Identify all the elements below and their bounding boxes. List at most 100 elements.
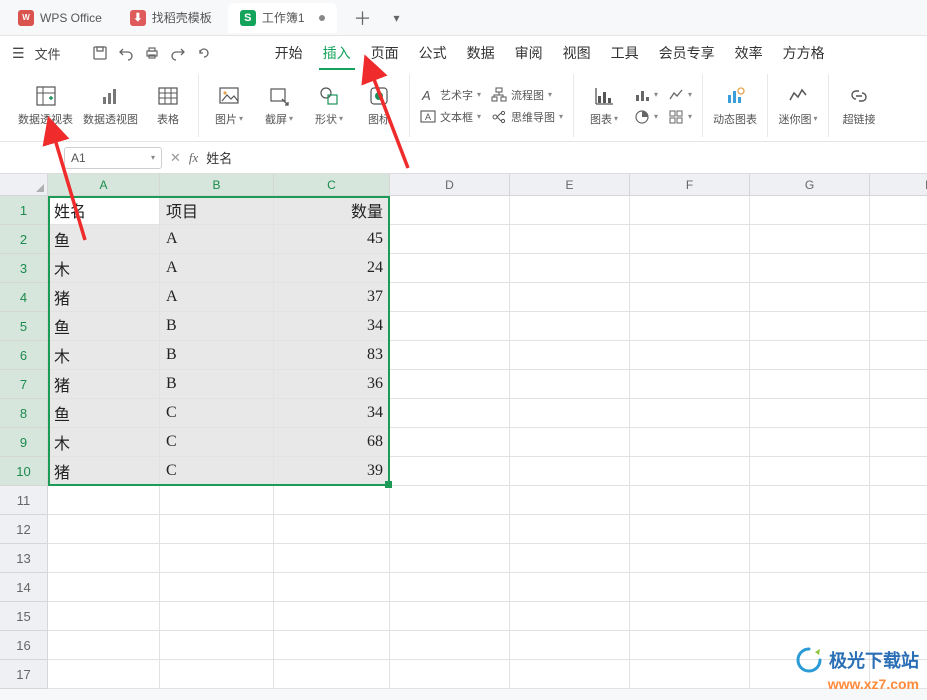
chart-pie-button[interactable]: ▾ [634,109,658,125]
tab-page[interactable]: 页面 [365,39,405,67]
col-header[interactable]: D [390,174,510,196]
cell[interactable] [750,370,870,399]
cell[interactable] [510,573,630,602]
cell[interactable] [274,573,390,602]
cell[interactable] [870,399,927,428]
cell[interactable]: A [160,283,274,312]
cell[interactable] [160,486,274,515]
cell[interactable] [510,399,630,428]
cell[interactable]: A [160,254,274,283]
tab-insert[interactable]: 插入 [317,39,357,67]
row-header[interactable]: 7 [0,370,48,399]
cell[interactable] [630,341,750,370]
cell[interactable] [160,631,274,660]
cell[interactable]: 39 [274,457,390,486]
cell[interactable] [750,254,870,283]
cell[interactable] [510,631,630,660]
cell[interactable] [274,631,390,660]
cell[interactable] [630,573,750,602]
row-header[interactable]: 13 [0,544,48,573]
fx-value[interactable]: 姓名 [206,148,232,167]
cell[interactable] [630,457,750,486]
cell[interactable] [630,399,750,428]
cell[interactable] [870,428,927,457]
col-header[interactable]: G [750,174,870,196]
cell[interactable] [390,196,510,225]
cell[interactable] [630,254,750,283]
cell[interactable] [870,602,927,631]
tab-view[interactable]: 视图 [557,39,597,67]
cell[interactable] [274,486,390,515]
quick-redo-icon[interactable] [195,44,213,62]
cell[interactable] [630,196,750,225]
cell[interactable] [630,225,750,254]
mindmap-button[interactable]: 思维导图▾ [491,109,563,125]
cell[interactable] [750,544,870,573]
col-header[interactable]: H [870,174,927,196]
cell[interactable] [160,515,274,544]
col-header[interactable]: C [274,174,390,196]
select-all-corner[interactable] [0,174,48,196]
picture-button[interactable]: 图片▾ [209,85,249,127]
cell[interactable] [390,573,510,602]
cell[interactable] [870,341,927,370]
pivot-chart-button[interactable]: 数据透视图 [83,85,138,127]
cell[interactable] [750,573,870,602]
chart-bar-button[interactable]: ▾ [634,87,658,103]
cell[interactable] [510,312,630,341]
cell[interactable] [750,486,870,515]
row-header[interactable]: 3 [0,254,48,283]
cell[interactable] [48,515,160,544]
cell[interactable] [870,196,927,225]
cell[interactable]: 36 [274,370,390,399]
cell[interactable] [274,602,390,631]
tab-start[interactable]: 开始 [269,39,309,67]
cell[interactable]: 数量 [274,196,390,225]
cell[interactable] [390,312,510,341]
tab-efficiency[interactable]: 效率 [729,39,769,67]
tab-review[interactable]: 审阅 [509,39,549,67]
cell[interactable] [510,428,630,457]
row-header[interactable]: 10 [0,457,48,486]
cell[interactable]: 鱼 [48,399,160,428]
add-tab-button[interactable]: ＋ [351,6,375,30]
cell[interactable]: 45 [274,225,390,254]
col-header[interactable]: E [510,174,630,196]
chart-line-button[interactable]: ▾ [668,87,692,103]
cell[interactable] [750,602,870,631]
cell[interactable] [160,573,274,602]
row-header[interactable]: 1 [0,196,48,225]
name-box[interactable]: A1▾ [64,147,162,169]
hamburger-icon[interactable]: ☰ [12,45,25,62]
cell[interactable] [870,573,927,602]
cell[interactable] [510,515,630,544]
tab-tools[interactable]: 工具 [605,39,645,67]
cell[interactable] [630,283,750,312]
cell[interactable] [510,370,630,399]
undo-icon[interactable] [117,44,135,62]
cell[interactable] [750,457,870,486]
save-icon[interactable] [91,44,109,62]
row-header[interactable]: 15 [0,602,48,631]
cell[interactable] [630,486,750,515]
cell[interactable] [630,312,750,341]
cell[interactable]: 猪 [48,283,160,312]
row-header[interactable]: 9 [0,428,48,457]
flowchart-button[interactable]: 流程图▾ [491,87,563,103]
cell[interactable] [390,602,510,631]
cell[interactable] [750,428,870,457]
screenshot-button[interactable]: 截屏▾ [259,85,299,127]
cell[interactable] [390,225,510,254]
cell[interactable]: 木 [48,341,160,370]
wordart-button[interactable]: A艺术字▾ [420,87,481,103]
cell[interactable] [630,428,750,457]
cell[interactable] [48,660,160,689]
cell[interactable]: C [160,457,274,486]
print-icon[interactable] [143,44,161,62]
cell[interactable] [510,660,630,689]
cell[interactable] [510,283,630,312]
cell[interactable] [390,399,510,428]
cell[interactable] [160,660,274,689]
row-header[interactable]: 4 [0,283,48,312]
row-header[interactable]: 5 [0,312,48,341]
